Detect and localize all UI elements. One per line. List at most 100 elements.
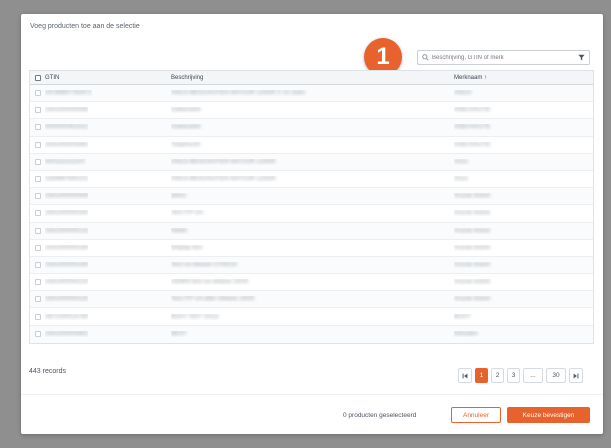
cell-brand: Acuras brand [454, 296, 490, 303]
cell-description: Display test [171, 244, 203, 251]
cell-description: ANCO BESCHUITEN NATUUR 125GR [171, 176, 276, 183]
footer-divider [21, 394, 603, 395]
table-row[interactable]: 2541000000860 Totalvrucht ANEUVAUTE [30, 137, 593, 154]
cell-description: ADMIN test na release 15/05 [171, 279, 249, 286]
cell-gtin: 2541000000118 [30, 296, 171, 303]
cell-description: Test na release 27/05/19 [171, 261, 237, 268]
row-checkbox[interactable] [35, 210, 41, 217]
page-button-3[interactable]: 3 [507, 368, 520, 383]
search-box[interactable] [417, 50, 590, 65]
cell-gtin: 2541000000408 [30, 193, 171, 200]
page-button-1[interactable]: 1 [475, 368, 488, 383]
row-checkbox[interactable] [35, 227, 41, 234]
cell-brand: ANCO [454, 90, 472, 97]
cell-brand: ANEUVAUTE [454, 141, 491, 148]
row-checkbox[interactable] [35, 279, 41, 286]
cell-gtin: 0871000014784 [30, 313, 171, 320]
gtin-value: 3184867840101 [45, 176, 89, 183]
select-all-checkbox[interactable] [35, 74, 41, 81]
gtin-value: 2541000000344 [45, 210, 89, 217]
filter-icon[interactable] [573, 54, 589, 61]
table-body: 04789897783472 ANCO BESCHUITEN NATUUR 125… [30, 85, 593, 343]
cell-brand: Acuras brand [454, 279, 490, 286]
row-checkbox[interactable] [35, 244, 41, 251]
table-row[interactable]: 2541000000344 Test ITP UA Acuras brand [30, 205, 593, 223]
gtin-value: 2541000000408 [45, 193, 89, 200]
cell-brand: Ekhuden [454, 331, 478, 338]
first-page-icon[interactable] [458, 368, 472, 383]
table-row[interactable]: 2541000000408 demo Acuras brand [30, 188, 593, 206]
column-label-gtin: GTIN [45, 74, 60, 81]
search-input[interactable] [432, 51, 573, 64]
gtin-value: 2541000000860 [45, 141, 89, 148]
table-row[interactable]: 04789897783472 ANCO BESCHUITEN NATUUR 125… [30, 85, 593, 103]
cell-description: BEST [171, 331, 187, 338]
row-checkbox[interactable] [35, 296, 41, 303]
row-checkbox[interactable] [35, 313, 41, 320]
cell-description: Suikerwerk [171, 124, 201, 131]
cell-gtin: 2541000000215 [30, 227, 171, 234]
table-row[interactable]: 2541000000118 Test ITP UA after release 1… [30, 291, 593, 309]
table-row[interactable]: 2541000000215 Netter Acuras brand [30, 222, 593, 240]
column-header-description[interactable]: Beschrijving [171, 75, 454, 81]
table-row[interactable]: 2541000000184 Display test Acuras brand [30, 240, 593, 257]
cell-gtin: 2541000000125 [30, 279, 171, 286]
table-row[interactable]: 2541000000165 Test na release 27/05/19 Acu… [30, 256, 593, 275]
page-button-2[interactable]: 2 [491, 368, 504, 383]
row-checkbox[interactable] [35, 331, 41, 338]
row-checkbox[interactable] [35, 107, 41, 114]
column-header-gtin[interactable]: GTIN [30, 74, 171, 81]
cell-brand: Acuras brand [454, 244, 490, 251]
row-checkbox[interactable] [35, 158, 41, 165]
row-checkbox[interactable] [35, 124, 41, 131]
cell-brand: Anco [454, 176, 468, 183]
cell-description: ANCO BESCHUITEN NATUUR 125GR X 10 stuks [171, 90, 306, 97]
cancel-button[interactable]: Annuleer [451, 407, 501, 423]
selected-count: 0 producten geselecteerd [343, 412, 417, 419]
cell-description: Test ITP UA after release 15/05 [171, 296, 255, 303]
search-icon [418, 54, 432, 61]
cell-gtin: 2541000000344 [30, 210, 171, 217]
cell-gtin: 2541000000946 [30, 107, 171, 114]
row-checkbox[interactable] [35, 176, 41, 183]
cell-brand: Acuras brand [454, 227, 490, 234]
cell-description: Test ITP UA [171, 210, 203, 217]
modal-title: Voeg producten toe aan de selectie [30, 23, 140, 30]
gtin-value: 2541000000165 [45, 261, 89, 268]
cell-gtin: 2541000000165 [30, 261, 171, 268]
table-row[interactable]: 3184867840101 ANCO BESCHUITEN NATUUR 125G… [30, 171, 593, 189]
pagination: 1 2 3... 30 [458, 368, 583, 383]
table-row[interactable]: 4001111111207 ANCO BESCHUITEN NATUUR 125G… [30, 153, 593, 171]
gtin-value: 2541000000125 [45, 279, 89, 286]
page-button-30[interactable]: 30 [546, 368, 566, 383]
table-row[interactable]: 0871000014784 BOXY NOT SALE BOXY [30, 308, 593, 326]
cell-gtin: 4001111111207 [30, 158, 171, 165]
table-header: GTIN Beschrijving Merknaam ↑ [30, 71, 593, 85]
last-page-icon[interactable] [569, 368, 583, 383]
gtin-value: 2541000000184 [45, 244, 89, 251]
gtin-value: 2541000000851 [45, 331, 89, 338]
cell-description: Suikerwerk [171, 107, 201, 114]
table-row[interactable]: 2541000000851 BEST Ekhuden [30, 325, 593, 343]
gtin-value: 0871000014784 [45, 313, 89, 320]
table-row[interactable]: 2541000000946 Suikerwerk ANEUVAUTE [30, 102, 593, 120]
gtin-value: 5000000401522 [45, 124, 89, 131]
row-checkbox[interactable] [35, 141, 41, 148]
row-checkbox[interactable] [35, 90, 41, 97]
table-row[interactable]: 5000000401522 Suikerwerk ANEUVAUTE [30, 119, 593, 137]
cell-description: ANCO BESCHUITEN NATUUR 125GR [171, 158, 276, 165]
row-checkbox[interactable] [35, 261, 41, 268]
cell-gtin: 3184867840101 [30, 176, 171, 183]
cell-description: BOXY NOT SALE [171, 313, 219, 320]
cell-brand: Acuras brand [454, 210, 490, 217]
cell-gtin: 5000000401522 [30, 124, 171, 131]
gtin-value: 2541000000946 [45, 107, 89, 114]
cell-brand: Anco [454, 158, 468, 165]
confirm-selection-button[interactable]: Keuze bevestigen [507, 407, 590, 423]
cell-brand: ANEUVAUTE [454, 107, 491, 114]
row-checkbox[interactable] [35, 193, 41, 200]
column-header-brand[interactable]: Merknaam ↑ [454, 75, 593, 81]
gtin-value: 4001111111207 [45, 158, 86, 165]
table-row[interactable]: 2541000000125 ADMIN test na release 15/05… [30, 274, 593, 292]
cell-gtin: 2541000000851 [30, 331, 171, 338]
